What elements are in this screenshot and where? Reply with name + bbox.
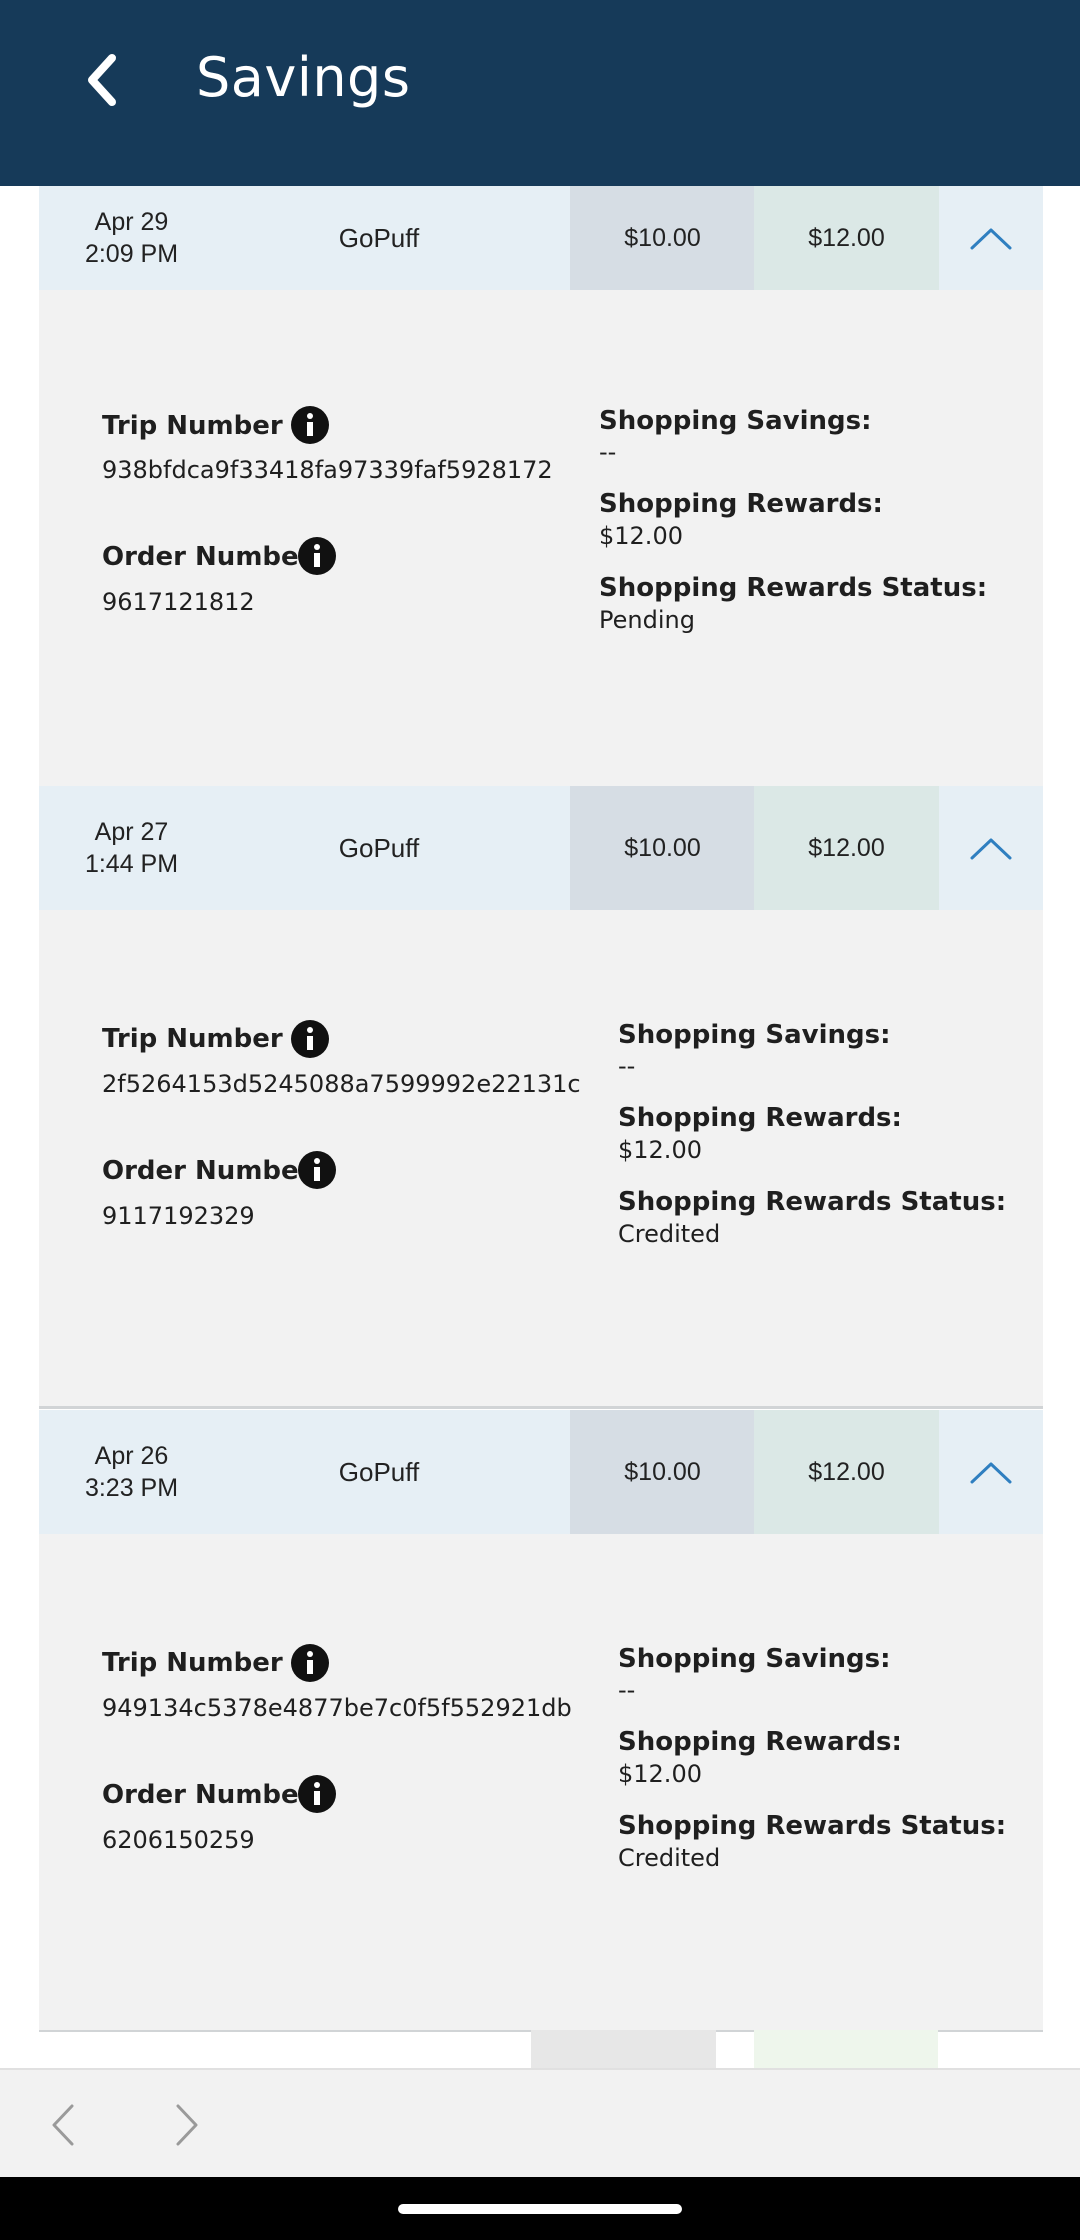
trip-date: Apr 27 1:44 PM <box>39 786 224 910</box>
app-header: Savings <box>0 0 1080 186</box>
shopping-savings-value: -- <box>599 438 617 466</box>
rewards-status-value: Credited <box>618 1220 721 1248</box>
order-number-value: 9617121812 <box>102 588 255 616</box>
browser-forward-button[interactable] <box>152 2090 222 2160</box>
trip-date: Apr 29 2:09 PM <box>39 186 224 290</box>
trip-date-time: 1:44 PM <box>84 850 179 878</box>
collapse-button[interactable] <box>939 786 1043 910</box>
trip-merchant: GoPuff <box>338 1456 420 1487</box>
trip-summary-row[interactable]: Apr 26 3:23 PM GoPuff $10.00 $12.00 <box>39 1410 1043 1534</box>
trip-number-label: Trip Number <box>102 411 283 441</box>
trip-rewards-amount: $12.00 <box>754 786 939 910</box>
shopping-rewards-label: Shopping Rewards: <box>599 489 883 519</box>
shopping-savings-label: Shopping Savings: <box>599 406 872 436</box>
collapse-button[interactable] <box>939 1410 1043 1534</box>
shopping-rewards-value: $12.00 <box>618 1136 702 1164</box>
chevron-up-icon <box>970 838 1012 860</box>
shopping-rewards-label: Shopping Rewards: <box>618 1727 902 1757</box>
rewards-status-value: Credited <box>618 1844 721 1872</box>
info-icon[interactable] <box>298 1151 336 1189</box>
shopping-rewards-value: $12.00 <box>618 1760 702 1788</box>
order-number-label: Order Number <box>102 1780 312 1810</box>
rewards-status-label: Shopping Rewards Status: <box>618 1811 1007 1841</box>
trip-entry: Apr 26 3:23 PM GoPuff $10.00 $12.00 Trip… <box>39 1410 1043 2032</box>
trip-number-label: Trip Number <box>102 1024 283 1054</box>
trip-number-label: Trip Number <box>102 1648 283 1678</box>
trip-details: Trip Number 2f5264153d5245088a7599992e22… <box>39 910 1043 1409</box>
info-icon[interactable] <box>291 1020 329 1058</box>
trip-summary-row[interactable]: Apr 29 2:09 PM GoPuff $10.00 $12.00 <box>39 186 1043 290</box>
trip-date: Apr 26 3:23 PM <box>39 1410 224 1534</box>
next-row-savings-peek <box>531 2030 716 2070</box>
browser-forward-icon <box>176 2104 198 2146</box>
trip-date-time: 3:23 PM <box>84 1474 179 1502</box>
info-icon[interactable] <box>298 1775 336 1813</box>
trip-date-time: 2:09 PM <box>84 240 179 268</box>
shopping-rewards-value: $12.00 <box>599 522 683 550</box>
browser-toolbar <box>0 2068 1080 2178</box>
trip-date-day: Apr 27 <box>94 818 169 846</box>
shopping-savings-value: -- <box>618 1676 636 1704</box>
trip-summary-row[interactable]: Apr 27 1:44 PM GoPuff $10.00 $12.00 <box>39 786 1043 910</box>
shopping-savings-value: -- <box>618 1052 636 1080</box>
trip-number-value: 938bfdca9f33418fa97339faf5928172 <box>102 456 553 484</box>
browser-back-icon <box>52 2104 74 2146</box>
trip-merchant: GoPuff <box>338 222 420 253</box>
trip-rewards-amount: $12.00 <box>754 186 939 290</box>
trip-number-value: 2f5264153d5245088a7599992e22131c <box>102 1070 581 1098</box>
trip-entry: Apr 27 1:44 PM GoPuff $10.00 $12.00 Trip… <box>39 786 1043 1409</box>
order-number-label: Order Number <box>102 1156 312 1186</box>
trip-entry: Apr 29 2:09 PM GoPuff $10.00 $12.00 Trip… <box>39 186 1043 789</box>
back-button[interactable] <box>62 40 142 120</box>
chevron-up-icon <box>970 1462 1012 1484</box>
rewards-status-label: Shopping Rewards Status: <box>599 573 988 603</box>
trip-savings-amount: $10.00 <box>570 786 755 910</box>
trip-savings-amount: $10.00 <box>570 1410 755 1534</box>
chevron-up-icon <box>970 228 1012 250</box>
shopping-savings-label: Shopping Savings: <box>618 1020 891 1050</box>
next-row-rewards-peek <box>754 2030 938 2070</box>
shopping-savings-label: Shopping Savings: <box>618 1644 891 1674</box>
trip-details: Trip Number 938bfdca9f33418fa97339faf592… <box>39 290 1043 789</box>
rewards-status-label: Shopping Rewards Status: <box>618 1187 1007 1217</box>
system-navigation-bar <box>0 2177 1080 2240</box>
order-number-label: Order Number <box>102 542 312 572</box>
browser-back-button[interactable] <box>28 2090 98 2160</box>
info-icon[interactable] <box>298 537 336 575</box>
order-number-value: 9117192329 <box>102 1202 255 1230</box>
info-icon[interactable] <box>291 1644 329 1682</box>
trip-number-value: 949134c5378e4877be7c0f5f552921db <box>102 1694 572 1722</box>
shopping-rewards-label: Shopping Rewards: <box>618 1103 902 1133</box>
trip-list: Apr 29 2:09 PM GoPuff $10.00 $12.00 Trip… <box>39 186 1043 2032</box>
trip-savings-amount: $10.00 <box>570 186 755 290</box>
trip-details: Trip Number 949134c5378e4877be7c0f5f5529… <box>39 1534 1043 2032</box>
rewards-status-value: Pending <box>599 606 695 634</box>
chevron-left-icon <box>88 54 116 106</box>
page-title: Savings <box>196 46 411 109</box>
trip-date-day: Apr 26 <box>94 1442 169 1470</box>
home-gesture-handle[interactable] <box>398 2204 682 2214</box>
collapse-button[interactable] <box>939 186 1043 290</box>
trip-date-day: Apr 29 <box>94 208 169 236</box>
order-number-value: 6206150259 <box>102 1826 255 1854</box>
info-icon[interactable] <box>291 406 329 444</box>
trip-rewards-amount: $12.00 <box>754 1410 939 1534</box>
trip-merchant: GoPuff <box>338 832 420 863</box>
